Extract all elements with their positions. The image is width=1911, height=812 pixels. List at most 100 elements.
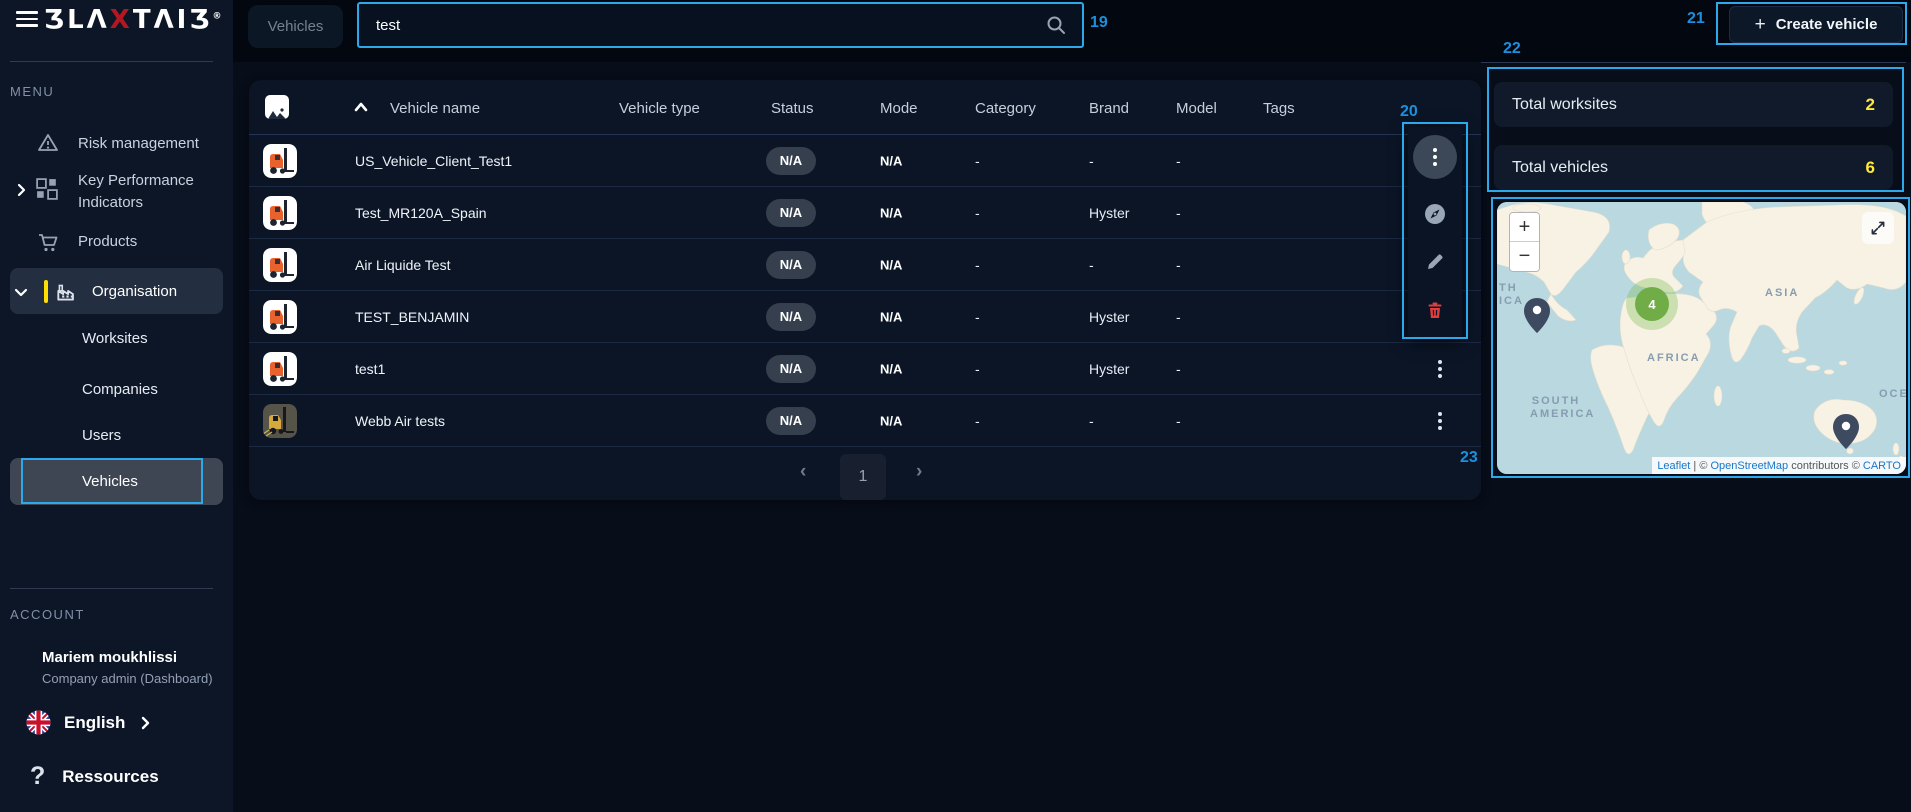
sort-ascending-icon[interactable] <box>353 101 369 113</box>
map-fullscreen-button[interactable] <box>1862 212 1894 244</box>
column-header-status[interactable]: Status <box>771 100 814 117</box>
factory-icon <box>54 279 80 305</box>
map-label-south-america: SOUTH AMERICA <box>1530 395 1582 421</box>
world-map-tiles <box>1497 202 1906 474</box>
uk-flag-icon <box>26 710 51 735</box>
plus-icon: + <box>1755 14 1766 36</box>
column-header-tags[interactable]: Tags <box>1263 100 1295 117</box>
map-label-north-america: TH ICA <box>1499 282 1524 308</box>
table-row[interactable]: US_Vehicle_Client_Test1 N/A N/A - - - <box>249 135 1481 187</box>
table-row[interactable]: TEST_BENJAMIN N/A N/A - Hyster - <box>249 291 1481 343</box>
breadcrumb-tab-vehicles[interactable]: Vehicles <box>248 5 343 48</box>
search-input[interactable] <box>359 17 1046 34</box>
mode-value: N/A <box>880 153 902 168</box>
column-header-vehicle-type[interactable]: Vehicle type <box>619 100 700 117</box>
map-label-asia: ASIA <box>1765 287 1799 300</box>
sidebar-item-label: Key Performance Indicators <box>78 170 210 214</box>
total-worksites-card: Total worksites 2 <box>1494 82 1893 127</box>
mode-value: N/A <box>880 205 902 220</box>
resources-link[interactable]: ? Ressources <box>30 762 159 791</box>
account-section-label: ACCOUNT <box>10 607 85 622</box>
warning-triangle-icon <box>36 131 60 155</box>
resources-label: Ressources <box>62 767 158 787</box>
column-header-vehicle-name[interactable]: Vehicle name <box>390 100 480 117</box>
search-icon[interactable] <box>1046 15 1066 35</box>
column-header-category[interactable]: Category <box>975 100 1036 117</box>
sidebar: ƷLΛXTΛIƷ® MENU Risk management Key Perfo… <box>0 0 233 812</box>
status-badge: N/A <box>766 303 816 331</box>
chevron-down-icon <box>14 285 28 299</box>
map-attribution: Leaflet | © OpenStreetMap contributors ©… <box>1652 457 1906 474</box>
attribution-text: contributors © <box>1788 460 1863 472</box>
category-value: - <box>975 309 980 325</box>
trash-icon <box>1425 300 1445 320</box>
hamburger-menu-icon[interactable] <box>16 11 38 28</box>
sidebar-subitem-companies[interactable]: Companies <box>82 381 158 398</box>
brand-logo[interactable]: ƷLΛXTΛIƷ® <box>44 5 221 35</box>
logo-x: X <box>110 5 133 35</box>
brand-value: - <box>1089 257 1094 273</box>
chevron-right-icon <box>14 183 28 197</box>
image-column-icon <box>265 95 289 119</box>
table-row[interactable]: Test_MR120A_Spain N/A N/A - Hyster - <box>249 187 1481 239</box>
total-worksites-value: 2 <box>1866 95 1875 115</box>
vehicle-name: Test_MR120A_Spain <box>355 205 487 221</box>
vehicle-thumbnail <box>263 404 297 438</box>
table-row[interactable]: test1 N/A N/A - Hyster - <box>249 343 1481 395</box>
create-vehicle-label: Create vehicle <box>1776 16 1878 33</box>
language-selector[interactable]: English <box>26 710 152 735</box>
table-row[interactable]: Air Liquide Test N/A N/A - - - <box>249 239 1481 291</box>
map-cluster-marker[interactable]: 4 <box>1626 278 1678 330</box>
menu-section-label: MENU <box>10 84 54 99</box>
vehicles-table: Vehicle name Vehicle type Status Mode Ca… <box>249 80 1481 500</box>
column-header-model[interactable]: Model <box>1176 100 1217 117</box>
edit-button[interactable] <box>1425 249 1445 275</box>
sidebar-subitem-vehicles-label: Vehicles <box>82 473 138 490</box>
user-name: Mariem moukhlissi <box>42 649 177 666</box>
carto-link[interactable]: CARTO <box>1863 460 1901 472</box>
sidebar-item-label: Organisation <box>92 283 177 300</box>
active-accent-bar <box>44 280 48 303</box>
create-vehicle-button[interactable]: + Create vehicle <box>1729 6 1903 43</box>
vehicle-thumbnail <box>263 196 297 230</box>
sidebar-subitem-worksites[interactable]: Worksites <box>82 330 148 347</box>
column-header-brand[interactable]: Brand <box>1089 100 1129 117</box>
brand-value: Hyster <box>1089 309 1129 325</box>
column-header-mode[interactable]: Mode <box>880 100 918 117</box>
worksites-map[interactable]: TH ICA ASIA AFRICA SOUTH AMERICA OCEA 4 … <box>1497 202 1906 474</box>
sidebar-subitem-users[interactable]: Users <box>82 427 121 444</box>
registered-mark: ® <box>212 11 221 21</box>
delete-button[interactable] <box>1425 297 1445 323</box>
sidebar-divider <box>10 588 213 589</box>
leaflet-link[interactable]: Leaflet <box>1657 460 1690 472</box>
mode-value: N/A <box>880 361 902 376</box>
annotation-label-20: 20 <box>1400 103 1418 121</box>
next-page-button[interactable]: › <box>916 461 922 483</box>
row-actions-menu-icon[interactable] <box>1425 354 1455 384</box>
category-value: - <box>975 257 980 273</box>
row-actions-popup <box>1408 127 1462 337</box>
mode-value: N/A <box>880 257 902 272</box>
previous-page-button[interactable]: ‹ <box>800 461 806 483</box>
annotation-label-22: 22 <box>1503 40 1521 58</box>
openstreetmap-link[interactable]: OpenStreetMap <box>1710 460 1788 472</box>
status-badge: N/A <box>766 251 816 279</box>
top-bar: Vehicles + Create vehicle <box>233 0 1911 62</box>
vehicle-thumbnail <box>263 144 297 178</box>
zoom-in-button[interactable]: + <box>1510 213 1539 242</box>
compass-icon <box>1423 202 1447 226</box>
locate-button[interactable] <box>1423 201 1447 227</box>
actions-menu-icon[interactable] <box>1413 135 1457 179</box>
page-number-button[interactable]: 1 <box>840 454 886 500</box>
sidebar-divider <box>10 61 213 62</box>
vehicle-name: Webb Air tests <box>355 413 445 429</box>
zoom-out-button[interactable]: − <box>1510 242 1539 271</box>
table-row[interactable]: Webb Air tests N/A N/A - - - <box>249 395 1481 447</box>
model-value: - <box>1176 413 1181 429</box>
logo-text-2: TΛIƷ <box>133 5 213 35</box>
mode-value: N/A <box>880 413 902 428</box>
row-actions-menu-icon[interactable] <box>1425 406 1455 436</box>
model-value: - <box>1176 205 1181 221</box>
status-badge: N/A <box>766 199 816 227</box>
total-vehicles-label: Total vehicles <box>1512 159 1608 177</box>
